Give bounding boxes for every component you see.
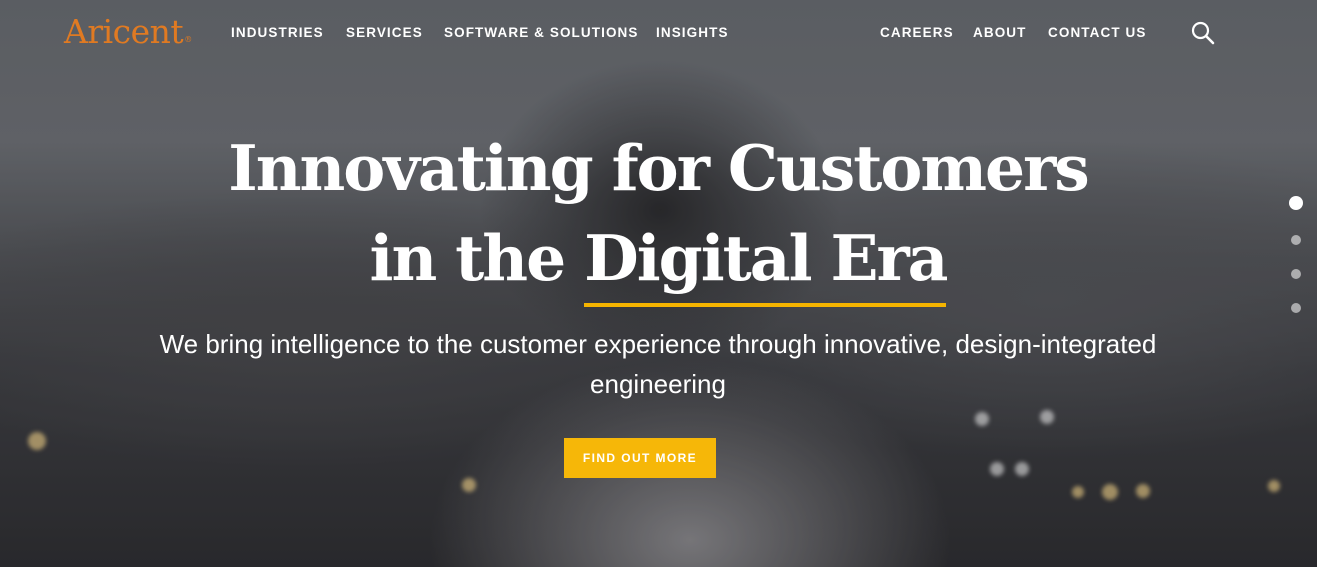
- registered-mark: ®: [184, 35, 192, 44]
- bokeh-light: [1136, 484, 1150, 498]
- carousel-dot-2[interactable]: [1291, 235, 1301, 245]
- nav-link-industries[interactable]: INDUSTRIES: [231, 25, 324, 41]
- carousel-dot-4[interactable]: [1291, 303, 1301, 313]
- bokeh-light: [1040, 410, 1054, 424]
- bokeh-light: [1015, 462, 1029, 476]
- bokeh-light: [1102, 484, 1118, 500]
- bokeh-light: [462, 478, 476, 492]
- bokeh-light: [1072, 486, 1084, 498]
- nav-link-contact-us[interactable]: CONTACT US: [1048, 25, 1147, 41]
- bokeh-light: [28, 432, 46, 450]
- find-out-more-button[interactable]: FIND OUT MORE: [564, 438, 716, 478]
- logo-text: Aricent: [64, 12, 184, 51]
- search-icon: [1191, 21, 1215, 45]
- carousel-dot-3[interactable]: [1291, 269, 1301, 279]
- nav-link-software-solutions[interactable]: SOFTWARE & SOLUTIONS: [444, 25, 639, 41]
- bokeh-light: [975, 412, 989, 426]
- headline-line-2: in the Digital Era: [158, 213, 1158, 307]
- nav-link-careers[interactable]: CAREERS: [880, 25, 954, 41]
- top-navigation: Aricent® INDUSTRIES SERVICES SOFTWARE & …: [0, 0, 1317, 66]
- headline-line-2-prefix: in the: [369, 221, 585, 295]
- nav-link-services[interactable]: SERVICES: [346, 25, 423, 41]
- hero-headline: Innovating for Customers in the Digital …: [158, 123, 1158, 307]
- headline-highlight-digital-era: Digital Era: [584, 213, 948, 307]
- nav-link-about[interactable]: ABOUT: [973, 25, 1027, 41]
- hero-subtext: We bring intelligence to the customer ex…: [159, 329, 1157, 399]
- carousel-dot-1[interactable]: [1289, 196, 1303, 210]
- headline-line-1: Innovating for Customers: [228, 131, 1090, 205]
- search-button[interactable]: [1190, 20, 1216, 46]
- aricent-logo[interactable]: Aricent®: [64, 10, 192, 54]
- bokeh-light: [1268, 480, 1280, 492]
- nav-link-insights[interactable]: INSIGHTS: [656, 25, 729, 41]
- bokeh-light: [990, 462, 1004, 476]
